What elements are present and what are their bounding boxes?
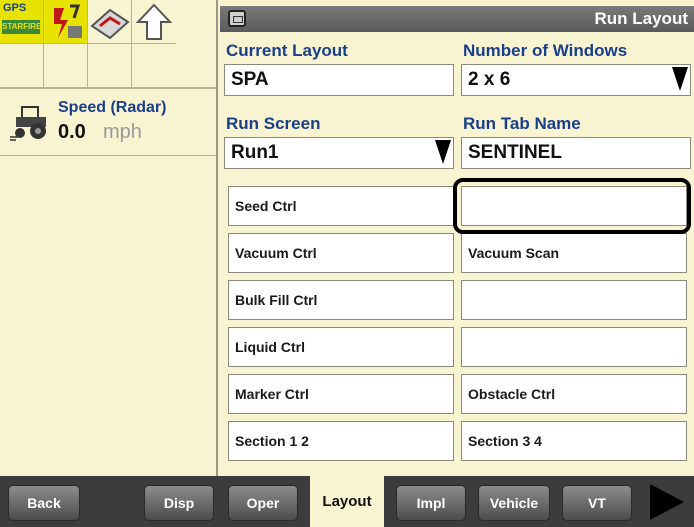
dropdown-arrow-icon [672, 67, 688, 91]
page-title: Run Layout [594, 9, 689, 28]
tab-impl[interactable]: Impl [396, 485, 466, 521]
tractor-icon [10, 106, 46, 141]
run-tab-name-value: SENTINEL [468, 142, 562, 163]
gps-receiver-icon[interactable]: GPS STARFIRE [0, 0, 44, 44]
run-tab-name-label: Run Tab Name [463, 114, 581, 133]
run-screen-label: Run Screen [226, 114, 321, 133]
window-button[interactable] [461, 327, 687, 367]
number-of-windows-label: Number of Windows [463, 41, 628, 60]
guidance-icon[interactable] [44, 0, 88, 44]
speed-readout[interactable]: Speed (Radar) 0.0 mph [0, 88, 216, 156]
number-of-windows-value: 2 x 6 [468, 69, 511, 90]
tab-vt[interactable]: VT [562, 485, 632, 521]
bottom-tab-bar: Back Disp Oper Layout Impl Vehicle VT [0, 476, 694, 527]
empty-cell [88, 44, 132, 88]
section-control-icon[interactable] [88, 0, 132, 44]
current-layout-value: SPA [231, 69, 269, 90]
gps-label: GPS [3, 2, 27, 14]
tab-vehicle[interactable]: Vehicle [478, 485, 550, 521]
status-panel: GPS STARFIRE Speed (Radar) 0.0 mph [0, 0, 218, 476]
speed-unit: mph [103, 121, 142, 143]
window-button[interactable] [461, 280, 687, 320]
window-button[interactable]: Marker Ctrl [228, 374, 454, 414]
selection-highlight [453, 178, 691, 234]
window-button[interactable]: Section 1 2 [228, 421, 454, 461]
speed-label: Speed (Radar) [58, 99, 167, 116]
current-layout-field[interactable]: SPA [224, 64, 454, 96]
window-button[interactable]: Section 3 4 [461, 421, 687, 461]
empty-cell [0, 44, 44, 88]
tab-disp[interactable]: Disp [144, 485, 214, 521]
window-button[interactable]: Bulk Fill Ctrl [228, 280, 454, 320]
empty-cell [132, 44, 216, 88]
number-of-windows-dropdown[interactable]: 2 x 6 [461, 64, 691, 96]
tab-back[interactable]: Back [8, 485, 80, 521]
gps-bar-label: STARFIRE [2, 20, 41, 34]
dropdown-arrow-icon [435, 140, 451, 164]
up-arrow-icon[interactable] [132, 0, 176, 44]
screen-icon [228, 10, 246, 27]
window-button[interactable]: Vacuum Scan [461, 233, 687, 273]
speed-value: 0.0 [58, 121, 86, 143]
window-button[interactable]: Vacuum Ctrl [228, 233, 454, 273]
current-layout-label: Current Layout [226, 41, 348, 60]
tab-oper[interactable]: Oper [228, 485, 298, 521]
window-button[interactable]: Seed Ctrl [228, 186, 454, 226]
run-screen-value: Run1 [231, 142, 279, 163]
window-button[interactable]: Obstacle Ctrl [461, 374, 687, 414]
run-tab-name-field[interactable]: SENTINEL [461, 137, 691, 169]
next-page-arrow-icon[interactable] [650, 484, 684, 520]
page-header: Run Layout [220, 6, 694, 32]
window-button[interactable]: Liquid Ctrl [228, 327, 454, 367]
run-screen-dropdown[interactable]: Run1 [224, 137, 454, 169]
tab-layout[interactable]: Layout [310, 476, 384, 527]
empty-cell [44, 44, 88, 88]
